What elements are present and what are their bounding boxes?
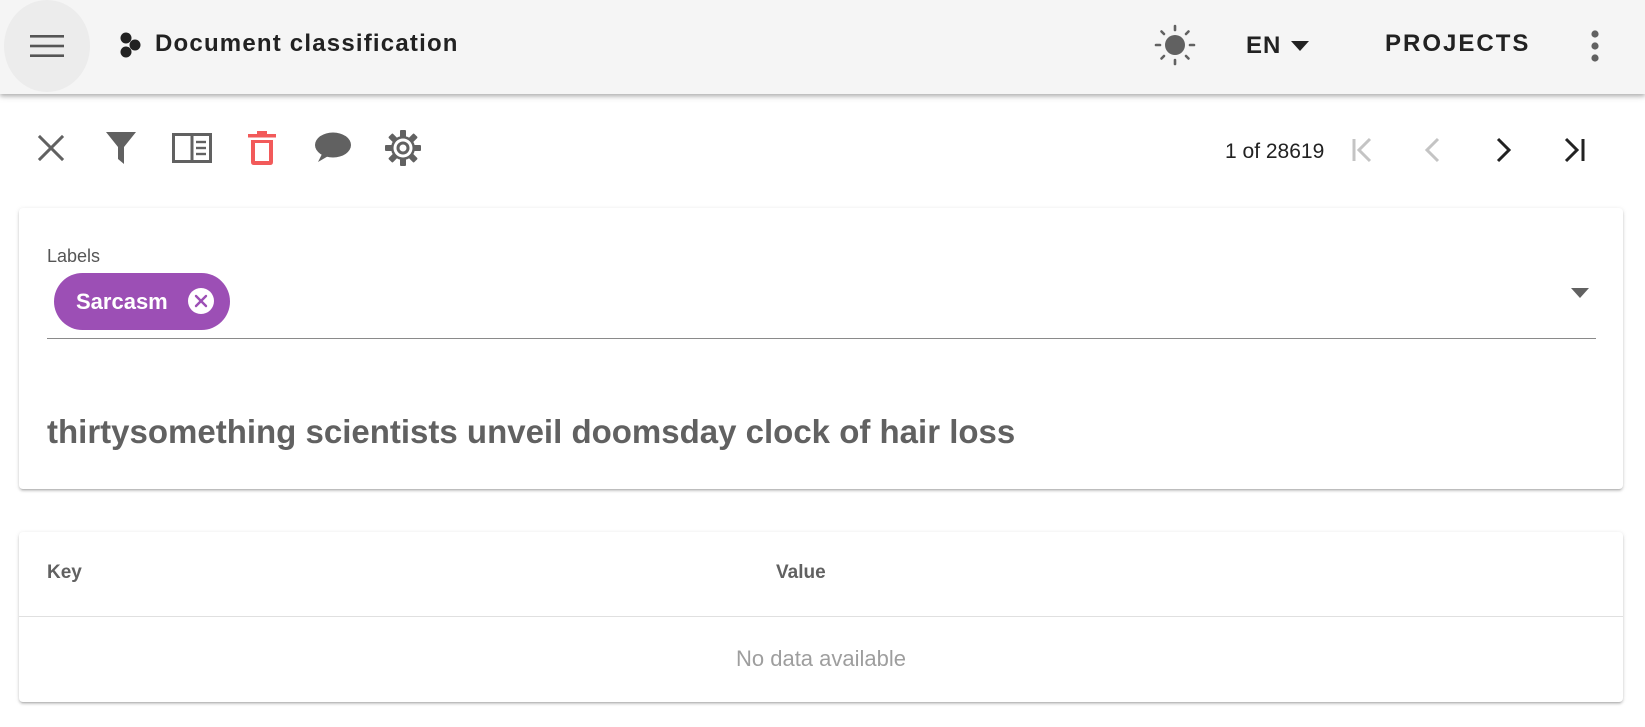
dots-vertical-icon	[1591, 30, 1599, 62]
language-selector[interactable]: EN	[1246, 28, 1310, 64]
comment-button[interactable]	[309, 124, 357, 172]
hamburger-menu-icon	[30, 35, 64, 57]
close-icon	[37, 134, 65, 162]
document-text: thirtysomething scientists unveil doomsd…	[47, 413, 1016, 450]
page-last-icon	[1564, 137, 1585, 163]
close-button[interactable]	[27, 124, 75, 172]
previous-page-button[interactable]	[1411, 128, 1455, 172]
filter-icon	[106, 132, 136, 164]
app-bar: Document classification EN PROJECTS	[0, 0, 1645, 94]
language-label: EN	[1246, 32, 1282, 59]
projects-button[interactable]: PROJECTS	[1385, 30, 1530, 58]
chip-remove-button[interactable]	[188, 288, 214, 314]
column-header-key[interactable]: Key	[47, 562, 82, 584]
chevron-right-icon	[1496, 137, 1512, 163]
hexagon-cluster-icon	[120, 32, 141, 58]
first-page-button[interactable]	[1341, 128, 1385, 172]
gear-icon	[385, 130, 421, 166]
layout-toggle-button[interactable]	[168, 124, 216, 172]
label-chip-sarcasm[interactable]: Sarcasm	[54, 273, 230, 330]
table-header-divider	[19, 616, 1623, 617]
close-circle-icon	[194, 294, 208, 308]
empty-table-message: No data available	[735, 646, 906, 671]
caret-down-icon	[1291, 41, 1310, 51]
more-options-button[interactable]	[1580, 24, 1610, 68]
label-chip-text: Sarcasm	[76, 288, 168, 314]
next-page-button[interactable]	[1481, 128, 1525, 172]
labels-dropdown-toggle[interactable]	[1565, 278, 1595, 308]
metadata-table: Key Value No data available	[19, 532, 1623, 702]
comment-icon	[315, 132, 351, 162]
filter-button[interactable]	[97, 124, 145, 172]
menu-button[interactable]	[4, 0, 90, 92]
brightness-icon	[1154, 24, 1196, 66]
trash-icon	[248, 131, 276, 165]
labels-field-underline	[47, 338, 1596, 339]
labels-caption: Labels	[47, 246, 101, 266]
book-open-icon	[172, 133, 212, 163]
caret-down-icon	[1571, 288, 1589, 298]
annotation-card: Labels Sarcasm thirtysomething scientist…	[19, 208, 1623, 489]
chevron-left-icon	[1424, 137, 1440, 163]
pager-position: 1 of 28619	[1225, 140, 1325, 163]
column-header-value[interactable]: Value	[776, 562, 826, 584]
delete-button[interactable]	[238, 124, 286, 172]
last-page-button[interactable]	[1552, 128, 1596, 172]
theme-toggle-button[interactable]	[1152, 22, 1198, 68]
app-title[interactable]: Document classification	[155, 30, 459, 58]
page-first-icon	[1352, 137, 1372, 163]
settings-button[interactable]	[379, 124, 427, 172]
